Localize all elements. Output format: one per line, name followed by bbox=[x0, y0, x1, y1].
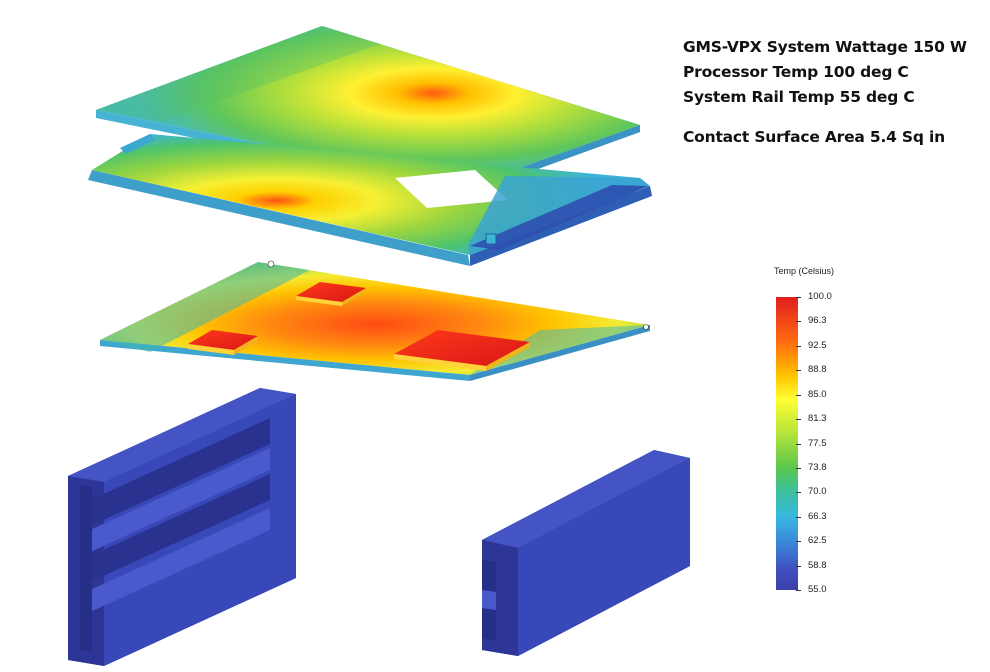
legend-tick-label: 85.0 bbox=[808, 389, 827, 400]
right-rail-block bbox=[482, 450, 690, 656]
legend-tick-mark bbox=[796, 444, 801, 445]
system-rail-temp-label: System Rail Temp 55 deg C bbox=[683, 88, 915, 106]
temperature-colorbar bbox=[776, 297, 798, 590]
thermal-simulation-view: GMS-VPX System Wattage 150 W Processor T… bbox=[0, 0, 990, 672]
legend-tick-mark bbox=[796, 321, 801, 322]
system-wattage-label: GMS-VPX System Wattage 150 W bbox=[683, 38, 967, 56]
legend-tick-mark bbox=[796, 566, 801, 567]
legend-tick-mark bbox=[796, 346, 801, 347]
legend-tick-mark bbox=[796, 492, 801, 493]
legend-title: Temp (Celsius) bbox=[774, 266, 835, 276]
legend-tick-label: 92.5 bbox=[808, 340, 827, 351]
left-rail-block bbox=[68, 388, 296, 666]
processor-temp-label: Processor Temp 100 deg C bbox=[683, 63, 909, 81]
circuit-board bbox=[100, 260, 650, 381]
legend-tick-mark bbox=[796, 395, 801, 396]
legend-tick-label: 77.5 bbox=[808, 438, 827, 449]
legend-tick-label: 88.8 bbox=[808, 364, 827, 375]
legend-tick-mark bbox=[796, 297, 801, 298]
legend-tick-label: 66.3 bbox=[808, 511, 827, 522]
legend-tick-label: 81.3 bbox=[808, 413, 827, 424]
legend-tick-mark bbox=[796, 541, 801, 542]
legend-tick-mark bbox=[796, 590, 801, 591]
legend-tick-label: 100.0 bbox=[808, 291, 832, 302]
legend-tick-label: 58.8 bbox=[808, 560, 827, 571]
legend-tick-mark bbox=[796, 419, 801, 420]
legend-tick-label: 62.5 bbox=[808, 535, 827, 546]
legend-tick-mark bbox=[796, 468, 801, 469]
contact-surface-area-label: Contact Surface Area 5.4 Sq in bbox=[683, 128, 945, 146]
legend-tick-label: 73.8 bbox=[808, 462, 827, 473]
legend-tick-label: 55.0 bbox=[808, 584, 827, 595]
legend-tick-label: 96.3 bbox=[808, 315, 827, 326]
legend-tick-mark bbox=[796, 370, 801, 371]
legend-tick-label: 70.0 bbox=[808, 486, 827, 497]
legend-tick-mark bbox=[796, 517, 801, 518]
